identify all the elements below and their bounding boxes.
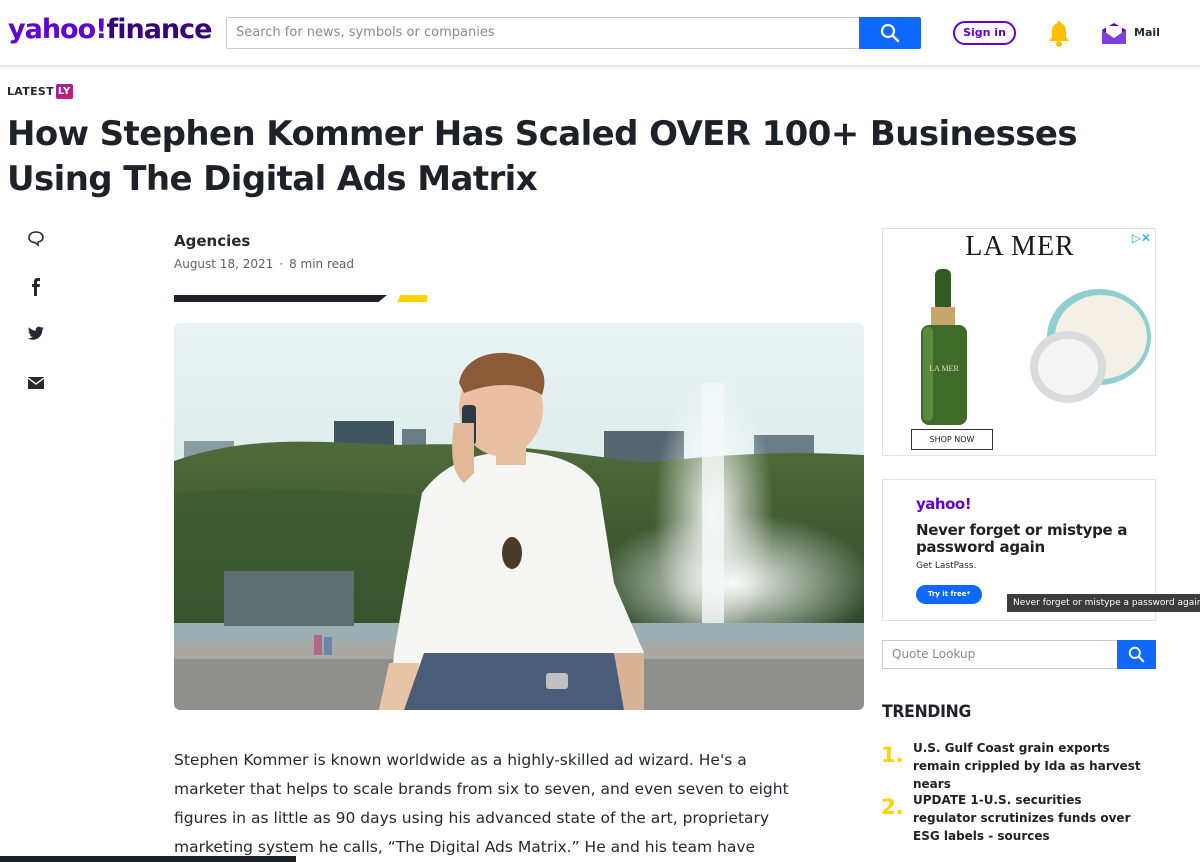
twitter-icon xyxy=(27,326,44,340)
yahoo-ad-logo: yahoo! xyxy=(916,495,972,513)
try-it-free-button[interactable]: Try it free* xyxy=(916,585,982,604)
quote-lookup-input[interactable]: Quote Lookup xyxy=(882,640,1118,669)
latest-ly-logo: LY xyxy=(55,84,73,99)
yahoo-finance-logo[interactable]: yahoo!finance xyxy=(8,14,212,45)
search-icon xyxy=(1128,646,1145,663)
top-header: yahoo!finance Search for news, symbols o… xyxy=(0,0,1200,66)
mail-icon[interactable] xyxy=(1101,21,1127,45)
la-mer-ad[interactable]: LA MER ▷✕ LA MER SHOP NOW xyxy=(882,228,1156,456)
shop-now-button[interactable]: SHOP NOW xyxy=(911,429,993,450)
sign-in-button[interactable]: Sign in xyxy=(953,21,1016,45)
lastpass-ad-title: Never forget or mistype a password again xyxy=(916,521,1128,556)
trending-item[interactable]: U.S. Gulf Coast grain exports remain cri… xyxy=(913,739,1148,793)
divider-black xyxy=(174,295,387,302)
latest-badge[interactable]: LATEST LY xyxy=(7,84,73,99)
article-body-paragraph: Stephen Kommer is known worldwide as a h… xyxy=(174,751,789,856)
article-headline: How Stephen Kommer Has Scaled OVER 100+ … xyxy=(7,114,1078,199)
bottle-label: LA MER xyxy=(929,364,959,373)
bell-icon[interactable] xyxy=(1046,20,1072,48)
twitter-share-button[interactable] xyxy=(25,323,47,345)
trending-heading: TRENDING xyxy=(882,702,972,722)
trending-item[interactable]: UPDATE 1-U.S. securities regulator scrut… xyxy=(913,791,1148,845)
ad-tooltip: Never forget or mistype a password again xyxy=(1007,594,1200,612)
logo-yahoo: yahoo xyxy=(8,14,96,45)
comment-button[interactable] xyxy=(25,227,47,249)
latest-badge-text: LATEST xyxy=(7,85,54,98)
read-time: 8 min read xyxy=(289,257,354,271)
divider-yellow xyxy=(397,295,427,302)
logo-slash: ! xyxy=(95,14,107,45)
meta-separator: · xyxy=(279,257,284,271)
lastpass-ad-subtitle: Get LastPass. xyxy=(916,561,977,571)
mail-label[interactable]: Mail xyxy=(1134,26,1160,39)
hero-photo xyxy=(174,323,864,710)
quote-lookup-button[interactable] xyxy=(1117,640,1156,669)
bottom-progress-bar xyxy=(0,856,296,862)
search-button[interactable] xyxy=(859,17,921,49)
article-date: August 18, 2021 xyxy=(174,257,274,271)
logo-finance: finance xyxy=(106,14,212,45)
comment-icon xyxy=(28,231,44,247)
search-input[interactable]: Search for news, symbols or companies xyxy=(226,17,860,49)
la-mer-product-image: LA MER xyxy=(921,269,1151,425)
article-author[interactable]: Agencies xyxy=(174,232,250,250)
facebook-share-button[interactable] xyxy=(25,276,47,298)
email-icon xyxy=(27,377,45,389)
search-icon xyxy=(880,23,900,43)
facebook-icon xyxy=(32,278,40,296)
trending-rank: 2. xyxy=(881,795,904,819)
trending-rank: 1. xyxy=(881,743,904,767)
email-share-button[interactable] xyxy=(25,372,47,394)
article-meta: August 18, 2021 · 8 min read xyxy=(174,257,354,271)
article-hero-image[interactable] xyxy=(174,323,864,710)
